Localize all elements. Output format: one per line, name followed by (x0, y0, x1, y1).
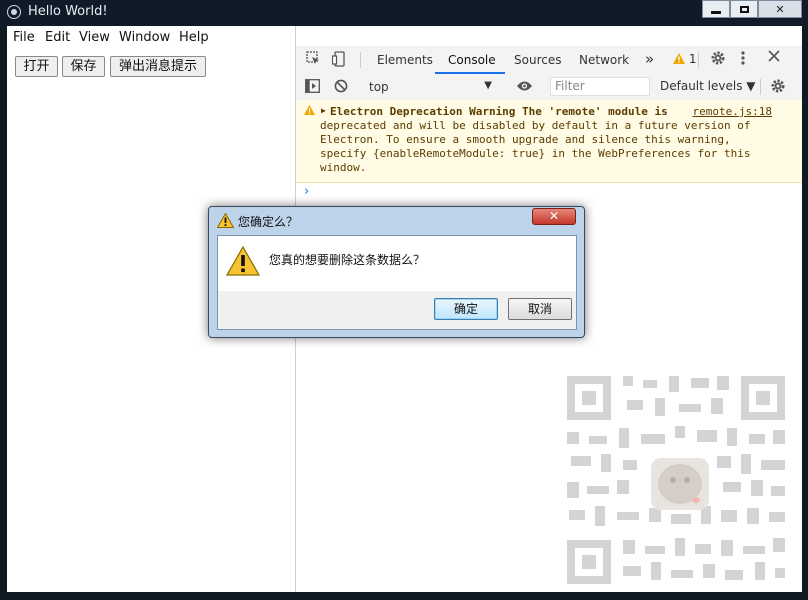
close-icon: ✕ (775, 2, 785, 16)
tab-console[interactable]: Console (448, 53, 496, 67)
warning-counter[interactable]: 1 (673, 52, 696, 66)
chevron-down-icon: ▼ (484, 80, 492, 91)
dialog-button-bar: 确定 取消 (217, 291, 577, 330)
more-options-icon[interactable] (741, 50, 745, 70)
confirm-button[interactable]: 确定 (434, 298, 498, 320)
toolbar-divider (360, 52, 361, 68)
confirm-dialog: 您确定么？ ✕ 您真的想要删除这条数据么？ 确定 取消 (208, 206, 585, 338)
devtools-tabbar: Elements Console Sources Network » 1 (296, 46, 802, 75)
warning-icon (225, 245, 261, 280)
close-icon: ✕ (548, 209, 560, 223)
maximize-icon (739, 5, 749, 13)
window-titlebar[interactable]: Hello World! ✕ (0, 0, 808, 26)
tab-sources[interactable]: Sources (514, 53, 561, 67)
toolbar-divider (698, 52, 699, 68)
dialog-body: 您真的想要删除这条数据么？ (217, 235, 577, 292)
warning-line-2: deprecated and will be disabled by defau… (320, 119, 751, 132)
menu-file[interactable]: File (13, 30, 35, 45)
qr-code-watermark (551, 364, 801, 592)
warning-count: 1 (688, 52, 697, 66)
app-icon (7, 5, 21, 19)
show-message-button[interactable]: 弹出消息提示 (110, 56, 206, 77)
warning-line-1: Electron Deprecation Warning The 'remote… (330, 105, 668, 118)
save-button[interactable]: 保存 (62, 56, 105, 77)
tab-network[interactable]: Network (579, 53, 629, 67)
tab-elements[interactable]: Elements (377, 53, 433, 67)
close-button[interactable]: ✕ (758, 0, 802, 18)
dialog-title-warning-icon (216, 212, 235, 232)
menu-edit[interactable]: Edit (45, 30, 70, 45)
menu-help[interactable]: Help (179, 30, 209, 45)
minimize-button[interactable] (702, 0, 730, 18)
expand-triangle-icon[interactable]: ▶ (321, 106, 326, 115)
device-toolbar-icon[interactable] (331, 51, 346, 71)
dialog-title: 您确定么？ (238, 215, 299, 229)
window-controls: ✕ (702, 0, 802, 18)
warning-icon (304, 105, 315, 118)
live-expression-eye-icon[interactable] (516, 80, 533, 96)
toolbar-divider (760, 79, 761, 95)
warning-line-4: specify {enableRemoteModule: true} in th… (320, 147, 751, 160)
console-prompt-icon[interactable]: › (304, 184, 309, 199)
context-selector[interactable]: top ▼ (362, 77, 496, 97)
console-toolbar: top ▼ Filter Default levels ▼ (296, 74, 802, 101)
context-value: top (369, 80, 389, 94)
window-title: Hello World! (28, 4, 108, 19)
menu-window[interactable]: Window (119, 30, 170, 45)
dialog-close-button[interactable]: ✕ (532, 208, 576, 225)
console-settings-gear-icon[interactable] (770, 78, 786, 98)
close-devtools-icon[interactable] (768, 50, 780, 66)
open-button[interactable]: 打开 (15, 56, 58, 77)
inspect-element-icon[interactable] (306, 51, 321, 70)
cancel-button[interactable]: 取消 (508, 298, 572, 320)
settings-gear-icon[interactable] (710, 50, 726, 70)
log-levels-dropdown[interactable]: Default levels ▼ (660, 79, 756, 93)
dialog-message: 您真的想要删除这条数据么？ (269, 253, 426, 267)
menu-bar: File Edit View Window Help (7, 26, 295, 48)
source-link[interactable]: remote.js:18 (693, 105, 772, 118)
warning-line-3: Electron. To ensure a smooth upgrade and… (320, 133, 731, 146)
more-tabs-button[interactable]: » (645, 50, 654, 68)
console-warning-message: ▶ Electron Deprecation Warning The 'remo… (296, 100, 802, 183)
clear-console-icon[interactable] (334, 79, 348, 97)
warning-line-5: window. (320, 161, 367, 174)
menu-view[interactable]: View (79, 30, 110, 45)
maximize-button[interactable] (730, 0, 758, 18)
minimize-icon (711, 10, 721, 14)
filter-input[interactable]: Filter (550, 77, 650, 96)
sidebar-toggle-icon[interactable] (305, 79, 320, 97)
